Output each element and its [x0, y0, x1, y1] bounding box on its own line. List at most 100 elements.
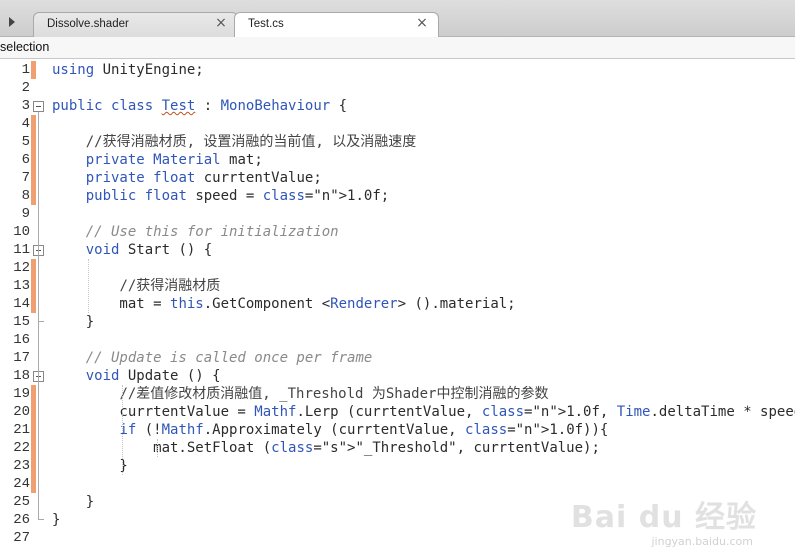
line-number: 20 — [13, 404, 30, 420]
code-line[interactable]: 19 //差值修改材质消融值, _Threshold 为Shader中控制消融的… — [0, 385, 795, 403]
line-number: 10 — [13, 224, 30, 240]
code-line[interactable]: 20 currtentValue = Mathf.Lerp (currtentV… — [0, 403, 795, 421]
tab-bar: Dissolve.shader × Test.cs × — [0, 0, 795, 38]
line-number: 22 — [13, 440, 30, 456]
code-line[interactable]: 24 — [0, 475, 795, 493]
code-text: currtentValue = Mathf.Lerp (currtentValu… — [52, 404, 795, 420]
tab-scroll-left-button[interactable] — [0, 11, 24, 33]
change-marker — [31, 115, 36, 133]
code-line[interactable]: 18 void Update () { — [0, 367, 795, 385]
line-number: 17 — [13, 350, 30, 366]
code-text: public float speed = class="n">1.0f; — [85, 188, 390, 204]
tab-test-cs[interactable]: Test.cs × — [234, 12, 439, 38]
change-marker — [31, 259, 36, 277]
code-line[interactable]: 2 — [0, 79, 795, 97]
line-number: 6 — [21, 152, 30, 168]
tab-label: Dissolve.shader — [47, 18, 129, 30]
code-line[interactable]: 21 if (!Mathf.Approximately (currtentVal… — [0, 421, 795, 439]
code-text: } — [52, 494, 95, 510]
code-text: // Update is called once per frame — [85, 350, 373, 366]
code-line[interactable]: 6 private Material mat; — [0, 151, 795, 169]
line-number: 21 — [13, 422, 30, 438]
close-icon[interactable]: × — [214, 16, 228, 30]
breadcrumb: selection — [0, 37, 795, 59]
fold-collapse-icon[interactable] — [33, 101, 44, 112]
code-editor[interactable]: 1 using UnityEngine; 2 3 public class Test :… — [0, 59, 795, 552]
watermark-logo: Bai du 经验 — [570, 500, 757, 535]
code-line[interactable]: 22 mat.SetFloat (class="s">"_Threshold",… — [0, 439, 795, 457]
line-number: 5 — [21, 134, 30, 150]
line-number: 16 — [13, 332, 30, 348]
code-text: if (!Mathf.Approximately (currtentValue,… — [119, 422, 609, 438]
line-number: 1 — [21, 62, 30, 78]
change-marker — [31, 169, 36, 187]
breadcrumb-label: selection — [0, 40, 50, 54]
code-line[interactable]: 8 public float speed = class="n">1.0f; — [0, 187, 795, 205]
watermark-url: jingyan.baidu.com — [651, 535, 753, 548]
line-number: 27 — [13, 530, 30, 546]
triangle-right-icon — [9, 17, 15, 27]
tab-label: Test.cs — [248, 18, 284, 30]
change-marker — [31, 457, 36, 475]
code-text: using UnityEngine; — [52, 62, 204, 78]
code-line[interactable]: 17 // Update is called once per frame — [0, 349, 795, 367]
line-number: 4 — [21, 116, 30, 132]
line-number: 12 — [13, 260, 30, 276]
code-text: } — [52, 458, 128, 474]
change-marker — [31, 277, 36, 295]
change-marker — [31, 403, 36, 421]
line-number: 7 — [21, 170, 30, 186]
change-marker — [31, 385, 36, 403]
code-text: public class Test : MonoBehaviour { — [52, 98, 348, 114]
line-number: 24 — [13, 476, 30, 492]
change-marker — [31, 421, 36, 439]
fold-guide — [38, 256, 39, 322]
code-line[interactable]: 7 private float currtentValue; — [0, 169, 795, 187]
code-text: void Update () { — [85, 368, 221, 384]
close-icon[interactable]: × — [415, 16, 429, 30]
code-line[interactable]: 4 — [0, 115, 795, 133]
change-marker — [31, 295, 36, 313]
indent-guide — [157, 439, 158, 457]
code-text: } — [52, 512, 61, 528]
code-text: private float currtentValue; — [85, 170, 322, 186]
code-text: //获得消融材质, 设置消融的当前值, 以及消融速度 — [85, 134, 417, 150]
code-line[interactable]: 23 } — [0, 457, 795, 475]
line-number: 14 — [13, 296, 30, 312]
change-marker — [31, 61, 36, 79]
line-number: 18 — [13, 368, 30, 384]
code-line[interactable]: 12 — [0, 259, 795, 277]
code-line[interactable]: 9 — [0, 205, 795, 223]
line-number: 25 — [13, 494, 30, 510]
line-number: 9 — [21, 206, 30, 222]
code-text: //获得消融材质 — [119, 278, 221, 294]
change-marker — [31, 439, 36, 457]
code-text: mat = this.GetComponent <Renderer> ().ma… — [52, 296, 516, 312]
fold-guide — [38, 382, 39, 502]
indent-guide — [88, 259, 89, 313]
code-line[interactable]: 11 void Start () { — [0, 241, 795, 259]
change-marker — [31, 187, 36, 205]
line-number: 23 — [13, 458, 30, 474]
code-text: } — [52, 314, 95, 330]
change-marker — [31, 475, 36, 493]
line-number: 3 — [21, 98, 30, 114]
tab-dissolve-shader[interactable]: Dissolve.shader × — [33, 12, 238, 37]
indent-guide — [122, 385, 123, 475]
line-number: 2 — [21, 80, 30, 96]
code-line[interactable]: 14 mat = this.GetComponent <Renderer> ()… — [0, 295, 795, 313]
line-number: 19 — [13, 386, 30, 402]
code-line[interactable]: 10 // Use this for initialization — [0, 223, 795, 241]
code-text: mat.SetFloat (class="s">"_Threshold", cu… — [52, 440, 600, 456]
change-marker — [31, 151, 36, 169]
code-line[interactable]: 3 public class Test : MonoBehaviour { — [0, 97, 795, 115]
code-line[interactable]: 15 } — [0, 313, 795, 331]
code-line[interactable]: 13 //获得消融材质 — [0, 277, 795, 295]
code-line[interactable]: 1 using UnityEngine; — [0, 61, 795, 79]
code-line[interactable]: 5 //获得消融材质, 设置消融的当前值, 以及消融速度 — [0, 133, 795, 151]
line-number: 13 — [13, 278, 30, 294]
code-text: void Start () { — [85, 242, 213, 258]
code-text: //差值修改材质消融值, _Threshold 为Shader中控制消融的参数 — [119, 386, 549, 402]
code-line[interactable]: 16 — [0, 331, 795, 349]
line-number: 11 — [13, 242, 30, 258]
